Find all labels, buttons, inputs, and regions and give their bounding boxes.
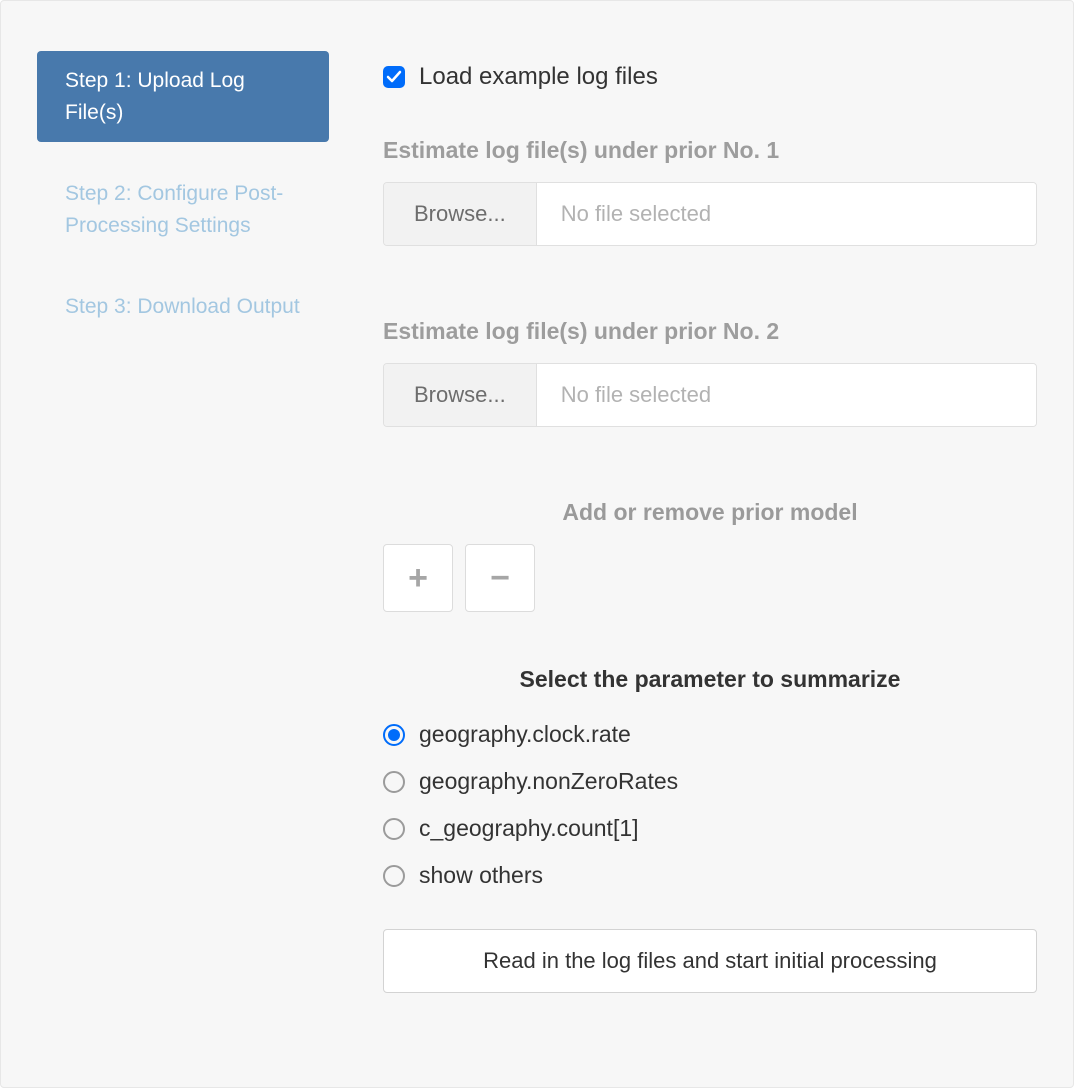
add-remove-label: Add or remove prior model xyxy=(383,499,1037,526)
parameter-option-label: geography.nonZeroRates xyxy=(419,768,678,795)
load-example-checkbox[interactable] xyxy=(383,66,405,88)
remove-prior-button[interactable]: − xyxy=(465,544,535,612)
sidebar-item-step3[interactable]: Step 3: Download Output xyxy=(37,277,329,337)
parameter-option-label: c_geography.count[1] xyxy=(419,815,639,842)
prior2-label: Estimate log file(s) under prior No. 2 xyxy=(383,318,1037,345)
add-remove-button-row: + − xyxy=(383,544,1037,612)
prior2-file-input: Browse... No file selected xyxy=(383,363,1037,427)
select-param-label: Select the parameter to summarize xyxy=(383,666,1037,693)
wizard-panel: Step 1: Upload Log File(s) Step 2: Confi… xyxy=(0,0,1074,1088)
radio-icon xyxy=(383,724,405,746)
parameter-option-label: show others xyxy=(419,862,543,889)
prior2-browse-button[interactable]: Browse... xyxy=(384,364,537,426)
radio-icon xyxy=(383,818,405,840)
minus-icon: − xyxy=(490,559,510,598)
parameter-radio-group: geography.clock.rate geography.nonZeroRa… xyxy=(383,721,1037,889)
radio-icon xyxy=(383,771,405,793)
check-icon xyxy=(386,69,402,85)
sidebar-item-step1[interactable]: Step 1: Upload Log File(s) xyxy=(37,51,329,142)
add-prior-button[interactable]: + xyxy=(383,544,453,612)
parameter-option-label: geography.clock.rate xyxy=(419,721,631,748)
prior2-file-placeholder: No file selected xyxy=(537,364,1036,426)
parameter-option-2[interactable]: c_geography.count[1] xyxy=(383,815,1037,842)
load-example-row[interactable]: Load example log files xyxy=(383,63,1037,91)
wizard-sidebar: Step 1: Upload Log File(s) Step 2: Confi… xyxy=(37,27,329,1051)
parameter-option-0[interactable]: geography.clock.rate xyxy=(383,721,1037,748)
prior1-file-placeholder: No file selected xyxy=(537,183,1036,245)
load-example-label: Load example log files xyxy=(419,63,658,91)
wizard-main: Load example log files Estimate log file… xyxy=(383,27,1037,1051)
radio-icon xyxy=(383,865,405,887)
plus-icon: + xyxy=(408,559,428,598)
start-processing-button[interactable]: Read in the log files and start initial … xyxy=(383,929,1037,993)
prior1-file-input: Browse... No file selected xyxy=(383,182,1037,246)
sidebar-item-step2[interactable]: Step 2: Configure Post-Processing Settin… xyxy=(37,164,329,255)
parameter-option-1[interactable]: geography.nonZeroRates xyxy=(383,768,1037,795)
prior1-label: Estimate log file(s) under prior No. 1 xyxy=(383,137,1037,164)
prior1-browse-button[interactable]: Browse... xyxy=(384,183,537,245)
parameter-option-3[interactable]: show others xyxy=(383,862,1037,889)
